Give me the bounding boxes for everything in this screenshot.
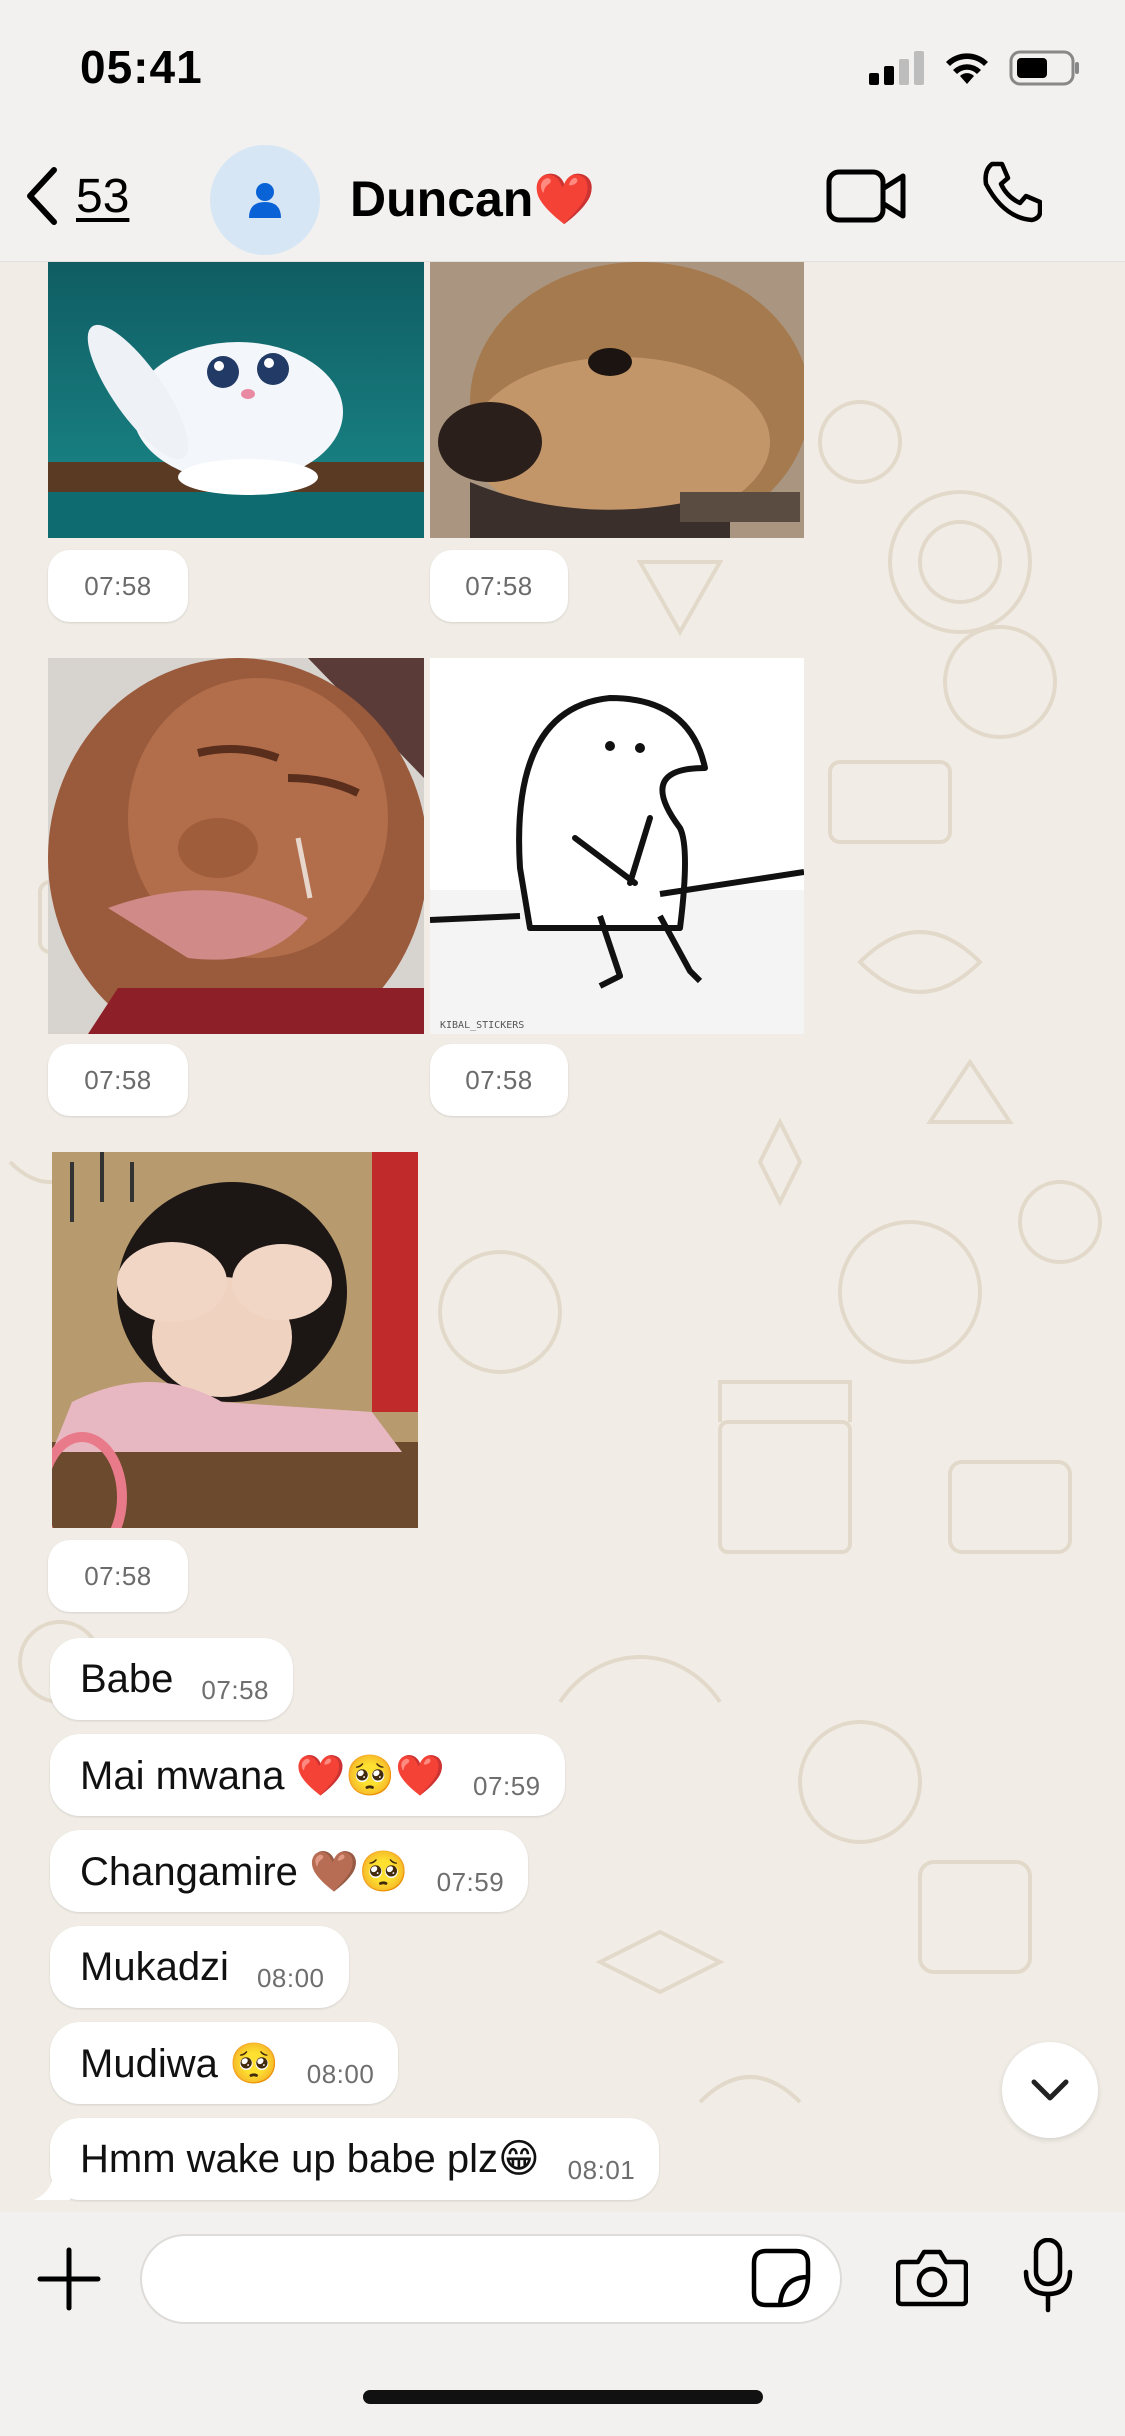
chevron-down-icon xyxy=(1031,2079,1069,2101)
wifi-icon xyxy=(946,53,988,84)
status-icons xyxy=(869,50,1081,86)
image-dog[interactable] xyxy=(430,262,804,538)
message-text: Mudiwa 🥺 xyxy=(80,2041,279,2086)
home-indicator[interactable] xyxy=(363,2390,763,2404)
message-time: 08:00 xyxy=(306,2058,375,2089)
message-text: Hmm wake up babe plz😁 xyxy=(80,2137,540,2181)
chat-screen: 05:41 53 Duncan❤️ 07:58 07:58 KIBAL_STIC… xyxy=(0,0,1125,2436)
microphone-icon xyxy=(1023,2237,1073,2313)
microphone-button[interactable] xyxy=(1020,2237,1076,2319)
plus-icon xyxy=(37,2247,101,2311)
battery-icon xyxy=(1009,50,1079,86)
message-time: 07:58 xyxy=(201,1674,269,1705)
message-bubble[interactable]: Mukadzi 08:00 xyxy=(50,1926,349,2008)
voice-call-button[interactable] xyxy=(978,160,1043,229)
attach-button[interactable] xyxy=(36,2246,102,2317)
message-text: Mai mwana ❤️🥺❤️ xyxy=(80,1753,446,1798)
person-icon xyxy=(249,183,281,218)
contact-name[interactable]: Duncan❤️ xyxy=(350,170,596,229)
avatar[interactable] xyxy=(210,145,320,255)
message-bubble[interactable]: Mai mwana ❤️🥺❤️ 07:59 xyxy=(50,1734,565,1816)
media-timestamp: 07:58 xyxy=(48,1540,188,1612)
image-bunny-sticker[interactable] xyxy=(48,262,424,538)
message-bubble[interactable]: Hmm wake up babe plz😁 08:01 xyxy=(50,2118,660,2200)
chevron-left-icon xyxy=(27,167,57,225)
message-input[interactable] xyxy=(140,2234,842,2324)
message-text: Mukadzi xyxy=(80,1944,229,1989)
sticker-watermark: KIBAL_STICKERS xyxy=(440,1020,524,1031)
sticker-icon xyxy=(751,2248,811,2308)
media-timestamp: 07:58 xyxy=(48,1044,188,1116)
video-camera-icon xyxy=(826,169,906,223)
message-time: 07:59 xyxy=(436,1866,505,1897)
camera-button[interactable] xyxy=(895,2246,969,2313)
sticker-button[interactable] xyxy=(750,2247,812,2314)
image-crying-face[interactable] xyxy=(48,658,424,1034)
message-bubble[interactable]: Mudiwa 🥺 08:00 xyxy=(50,2022,399,2104)
phone-icon xyxy=(983,161,1043,223)
message-bubble[interactable]: Babe 07:58 xyxy=(50,1638,293,1720)
camera-icon xyxy=(895,2249,969,2307)
message-text: Changamire 🤎🥺 xyxy=(80,1849,409,1894)
message-time: 08:01 xyxy=(567,2154,636,2185)
message-text: Babe xyxy=(80,1656,174,1701)
image-sad-child[interactable] xyxy=(52,1152,418,1528)
bubble-tail xyxy=(34,2172,70,2200)
video-call-button[interactable] xyxy=(826,166,906,231)
message-time: 07:59 xyxy=(473,1770,541,1801)
media-timestamp: 07:58 xyxy=(430,1044,568,1116)
media-timestamp: 07:58 xyxy=(430,550,568,622)
unread-count: 53 xyxy=(76,169,130,223)
message-time: 08:00 xyxy=(256,1962,325,1993)
scroll-to-bottom-button[interactable] xyxy=(1002,2042,1098,2138)
media-timestamp: 07:58 xyxy=(48,550,188,622)
image-doodle-sticker[interactable]: KIBAL_STICKERS xyxy=(430,658,804,1034)
status-time: 05:41 xyxy=(80,41,203,93)
status-bar: 05:41 xyxy=(0,0,1125,140)
chat-header: 53 Duncan❤️ xyxy=(0,140,1125,262)
cellular-signal-icon xyxy=(869,51,924,85)
back-button[interactable]: 53 xyxy=(22,164,129,228)
message-bubble[interactable]: Changamire 🤎🥺 07:59 xyxy=(50,1830,529,1912)
